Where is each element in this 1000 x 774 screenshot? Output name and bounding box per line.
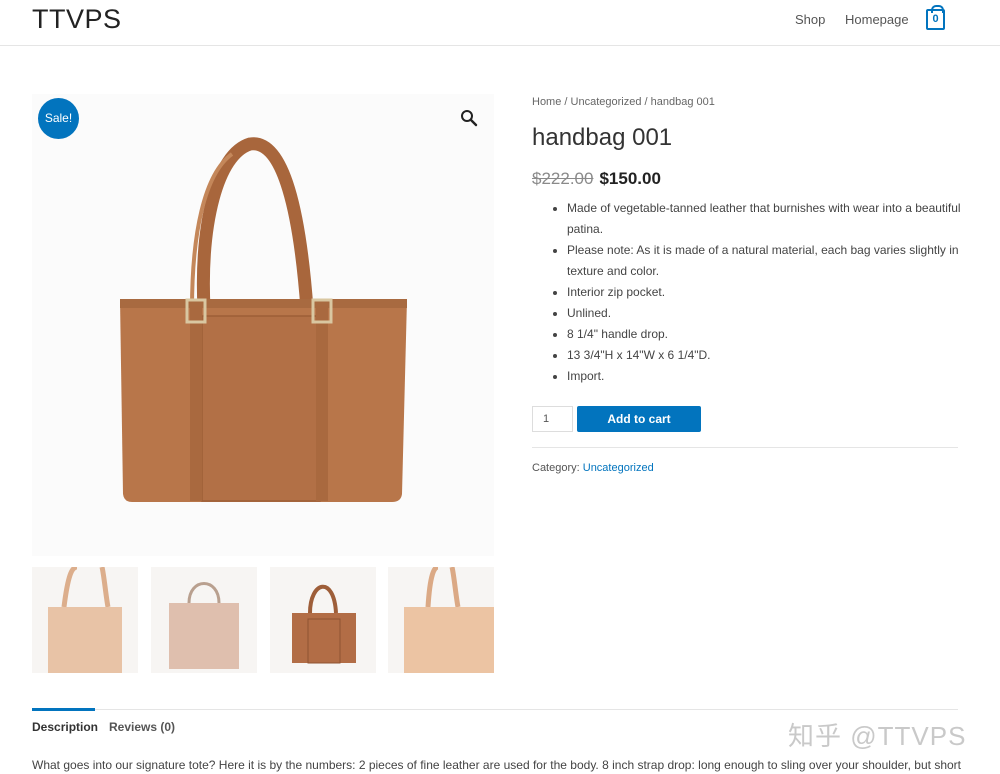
feature-item: Import. — [553, 366, 963, 387]
feature-item: 8 1/4" handle drop. — [553, 324, 963, 345]
tabs-divider — [32, 709, 958, 710]
search-icon[interactable] — [460, 109, 478, 127]
description-text: What goes into our signature tote? Here … — [32, 758, 961, 772]
site-header: TTVPS Shop Homepage 0 — [0, 0, 1000, 46]
add-to-cart-button[interactable]: Add to cart — [577, 406, 701, 432]
tab-description[interactable]: Description — [32, 720, 98, 734]
category-link[interactable]: Uncategorized — [583, 462, 654, 474]
breadcrumb-separator: / — [561, 96, 571, 108]
product-features-list: Made of vegetable-tanned leather that bu… — [553, 198, 963, 387]
breadcrumb-category-link[interactable]: Uncategorized — [571, 96, 642, 108]
quantity-input[interactable]: 1 — [532, 406, 573, 432]
breadcrumb-current: / handbag 001 — [641, 96, 715, 108]
thumbnail-bag-3 — [292, 584, 356, 664]
thumbnail-bag-2 — [169, 582, 239, 669]
thumbnail-2[interactable] — [151, 567, 257, 673]
handbag-image — [120, 137, 407, 502]
thumbnail-bag-1 — [48, 564, 122, 673]
feature-item: Please note: As it is made of a natural … — [553, 240, 963, 282]
thumbnail-1[interactable] — [32, 564, 138, 673]
cart-icon[interactable]: 0 — [926, 5, 945, 30]
feature-item: Interior zip pocket. — [553, 282, 963, 303]
sale-badge: Sale! — [38, 98, 79, 139]
product-main-image[interactable] — [32, 94, 494, 556]
watermark: 知乎 @TTVPS — [788, 721, 967, 751]
old-price: $222.00 — [532, 169, 594, 188]
sale-price: $150.00 — [599, 169, 661, 188]
divider — [532, 447, 958, 448]
product-title: handbag 001 — [532, 124, 673, 151]
site-logo[interactable]: TTVPS — [32, 4, 122, 35]
feature-item: 13 3/4"H x 14"W x 6 1/4"D. — [553, 345, 963, 366]
breadcrumb: Home / Uncategorized / handbag 001 — [532, 96, 715, 108]
thumbnail-bag-4 — [404, 564, 494, 673]
nav-shop-link[interactable]: Shop — [795, 12, 825, 27]
feature-item: Unlined. — [553, 303, 963, 324]
category-label: Category: — [532, 462, 583, 474]
feature-item: Made of vegetable-tanned leather that bu… — [553, 198, 963, 240]
tab-reviews[interactable]: Reviews (0) — [109, 720, 175, 734]
thumbnail-3[interactable] — [270, 567, 376, 673]
thumbnail-4[interactable] — [388, 564, 494, 673]
cart-count: 0 — [932, 13, 939, 25]
active-tab-indicator — [32, 708, 95, 711]
product-price: $222.00 $150.00 — [532, 169, 661, 189]
nav-homepage-link[interactable]: Homepage — [845, 12, 909, 27]
product-category-meta: Category: Uncategorized — [532, 462, 654, 474]
breadcrumb-home-link[interactable]: Home — [532, 96, 561, 108]
